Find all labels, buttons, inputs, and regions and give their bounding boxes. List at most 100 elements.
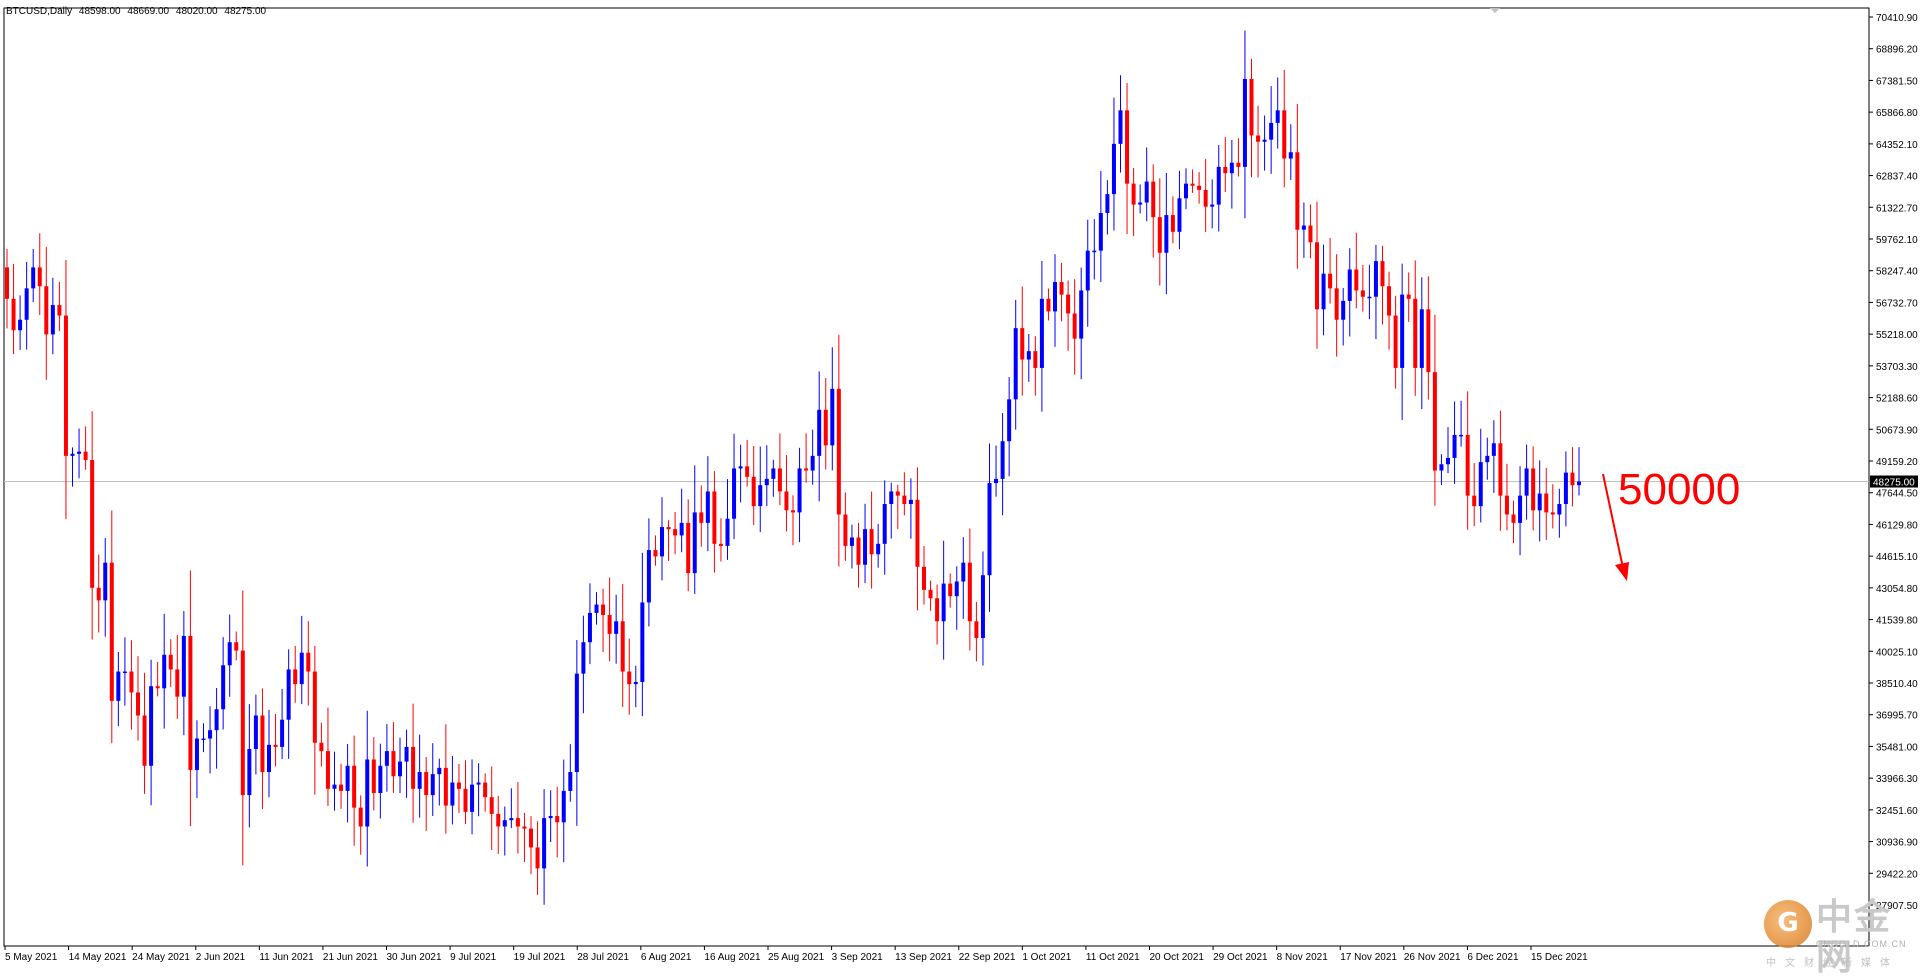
candle <box>1354 232 1359 309</box>
price-label: 56732.70 <box>1876 298 1918 309</box>
candle <box>1413 260 1418 396</box>
price-label: 53703.30 <box>1876 362 1918 373</box>
candle <box>1223 137 1228 192</box>
candle <box>1308 204 1313 259</box>
price-label: 33966.30 <box>1876 774 1918 785</box>
candle <box>1419 277 1424 410</box>
candle <box>470 759 475 835</box>
low-value: 48020.00 <box>175 6 218 17</box>
candle <box>103 538 108 637</box>
price-label: 46129.80 <box>1876 520 1918 531</box>
candle <box>980 551 985 666</box>
candle <box>915 467 920 611</box>
logo-icon: G <box>1764 900 1812 948</box>
price-label: 65866.80 <box>1876 108 1918 119</box>
candle <box>391 722 396 793</box>
price-label: 41539.80 <box>1876 616 1918 627</box>
candle <box>535 821 540 895</box>
candle <box>849 524 854 569</box>
candle <box>863 503 868 584</box>
price-label: 36995.70 <box>1876 711 1918 722</box>
candle <box>1066 280 1071 351</box>
candle <box>234 631 239 661</box>
candle <box>1393 295 1398 389</box>
candle <box>1242 30 1247 219</box>
open-value: 48598.00 <box>78 6 121 17</box>
candle <box>1465 391 1470 530</box>
candle <box>810 429 815 485</box>
time-label: 26 Nov 2021 <box>1404 952 1461 963</box>
time-label: 28 Jul 2021 <box>577 952 629 963</box>
candle <box>928 580 933 611</box>
candle <box>515 782 520 854</box>
candle <box>175 634 180 719</box>
candle <box>509 788 514 828</box>
price-label: 61322.70 <box>1876 203 1918 214</box>
candle <box>1531 446 1536 531</box>
candle <box>1020 286 1025 396</box>
candle <box>1105 180 1110 235</box>
candle <box>836 334 841 567</box>
candle <box>1013 299 1018 430</box>
price-label: 49159.20 <box>1876 457 1918 468</box>
candle <box>1577 447 1581 496</box>
candle <box>1387 271 1392 350</box>
watermark-subtitle: CNGOLD.COM.CN <box>1816 939 1907 949</box>
candle <box>1085 219 1090 327</box>
candle <box>142 672 147 794</box>
candle <box>1360 265 1365 312</box>
candle <box>1144 147 1149 222</box>
candle <box>745 439 750 487</box>
price-target-annotation: 50000 <box>1618 465 1741 514</box>
candle <box>201 723 206 753</box>
candle <box>1236 138 1241 177</box>
candle <box>1229 139 1234 209</box>
time-label: 30 Jun 2021 <box>387 952 442 963</box>
candle <box>601 588 606 653</box>
candle <box>994 445 999 497</box>
candle <box>299 615 304 705</box>
price-label: 68896.20 <box>1876 45 1918 56</box>
candle <box>529 816 533 875</box>
candle <box>1177 170 1182 250</box>
candle <box>70 447 75 487</box>
candle <box>548 790 553 843</box>
time-label: 24 May 2021 <box>132 952 190 963</box>
candle <box>319 722 324 767</box>
time-label: 19 Jul 2021 <box>514 952 566 963</box>
candle <box>1446 427 1450 474</box>
candle <box>221 637 226 730</box>
time-label: 2 Jun 2021 <box>196 952 246 963</box>
candle <box>1321 244 1326 336</box>
candle <box>208 706 213 774</box>
candle <box>777 433 782 506</box>
candle <box>247 704 252 828</box>
chart-shift-marker[interactable] <box>1490 8 1500 13</box>
price-label: 52188.60 <box>1876 394 1918 405</box>
chart-window[interactable]: 70410.90 68896.20 67381.50 65866.80 64352.10… <box>0 0 1920 978</box>
candle <box>496 795 501 854</box>
candle <box>1059 262 1064 322</box>
candle <box>1452 401 1457 484</box>
candle <box>345 743 350 823</box>
candle <box>463 760 468 824</box>
candle <box>804 433 809 483</box>
price-label: 50673.90 <box>1876 425 1918 436</box>
time-label: 11 Oct 2021 <box>1086 952 1140 963</box>
candle <box>306 621 311 706</box>
candle <box>1518 466 1523 556</box>
candle <box>1472 463 1477 527</box>
price-label: 58247.40 <box>1876 267 1918 278</box>
candle <box>1563 451 1568 527</box>
candle <box>732 433 737 540</box>
candle <box>378 743 383 819</box>
price-label: 62837.40 <box>1876 172 1918 183</box>
candle <box>168 639 173 687</box>
candle <box>1007 377 1012 477</box>
candle <box>1400 263 1405 421</box>
candle <box>948 573 953 608</box>
candle <box>37 233 42 315</box>
candle <box>1269 86 1274 174</box>
candle <box>325 707 330 807</box>
time-label: 11 Jun 2021 <box>259 952 314 963</box>
